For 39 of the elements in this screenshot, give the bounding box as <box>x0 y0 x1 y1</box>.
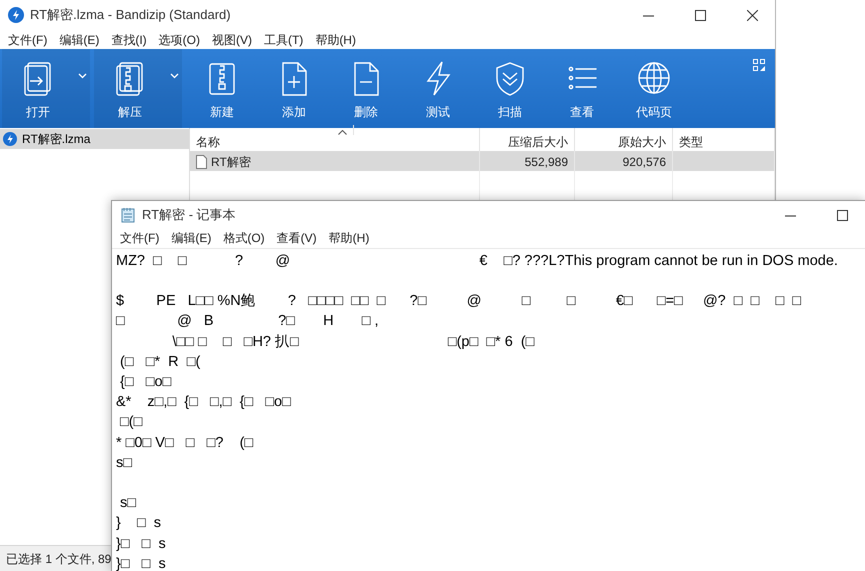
maximize-icon <box>836 210 848 220</box>
window-title: RT解密.lzma - Bandizip (Standard) <box>30 6 232 24</box>
toolbar-button[interactable]: 代码页 <box>618 49 690 128</box>
caret-icon <box>78 73 86 79</box>
file-row[interactable]: RT解密 552,989 920,576 <box>190 151 775 171</box>
toolbar-button[interactable]: 测试 <box>402 49 474 128</box>
menu-item[interactable]: 工具(T) <box>258 30 310 48</box>
menu-item[interactable]: 编辑(E) <box>165 229 218 248</box>
window-title: RT解密 - 记事本 <box>142 206 237 224</box>
menu-item[interactable]: 帮助(H) <box>309 30 362 48</box>
close-icon <box>746 10 758 20</box>
toolbar-button[interactable]: 扫描 <box>474 49 546 128</box>
text-content: MZ? □ □ ? @ € □? ???L?This program cannot be run in DOS mode. $ PE L□□ %N鲍 ? □□□□ □□ □ ?□ @ □ □ €□ □=□ @? □ □ □ □ □ @ B ?□ H □ , \□□ □ □ □H? 扒□ □(p□ □* 6 (□ (□ □* R □( {□ □o□ &* z□,□ {□ □,□ {□ □o□ □(□ * □0□ V□ □ □? (□ s□ s□ } □ s }□ □ s }□ □ s <box>112 248 865 571</box>
toolbar-button[interactable]: 解压 <box>94 49 166 128</box>
original-size: 920,576 <box>575 151 673 173</box>
maximize-icon <box>694 10 706 20</box>
compressed-size: 552,989 <box>480 151 575 173</box>
file-icon <box>196 155 207 169</box>
layout-icon[interactable] <box>753 59 765 71</box>
toolbar-button[interactable]: 新建 <box>186 49 258 128</box>
notepad-icon <box>120 207 136 223</box>
menu-item[interactable]: 格式(O) <box>217 229 271 248</box>
toolbar-button[interactable]: 查看 <box>546 49 618 128</box>
menu-item[interactable]: 帮助(H) <box>322 229 376 248</box>
toolbar-button[interactable]: 删除 <box>330 49 402 128</box>
app-logo-icon <box>8 7 24 23</box>
menu-item[interactable]: 查找(I) <box>105 30 153 48</box>
caret-icon <box>170 73 178 79</box>
menu-item[interactable]: 查看(V) <box>270 229 323 248</box>
menu-item[interactable]: 视图(V) <box>206 30 258 48</box>
menu-item[interactable]: 文件(F) <box>114 229 166 248</box>
toolbar-button[interactable]: 打开 <box>2 49 74 128</box>
menu-item[interactable]: 编辑(E) <box>53 30 106 48</box>
archive-icon <box>3 132 17 146</box>
file-name: RT解密 <box>211 154 251 171</box>
toolbar-button[interactable]: 添加 <box>258 49 330 128</box>
menu-item[interactable]: 文件(F) <box>2 30 54 48</box>
menu-item[interactable]: 选项(O) <box>152 30 206 48</box>
tree-item[interactable]: RT解密.lzma <box>0 129 189 149</box>
